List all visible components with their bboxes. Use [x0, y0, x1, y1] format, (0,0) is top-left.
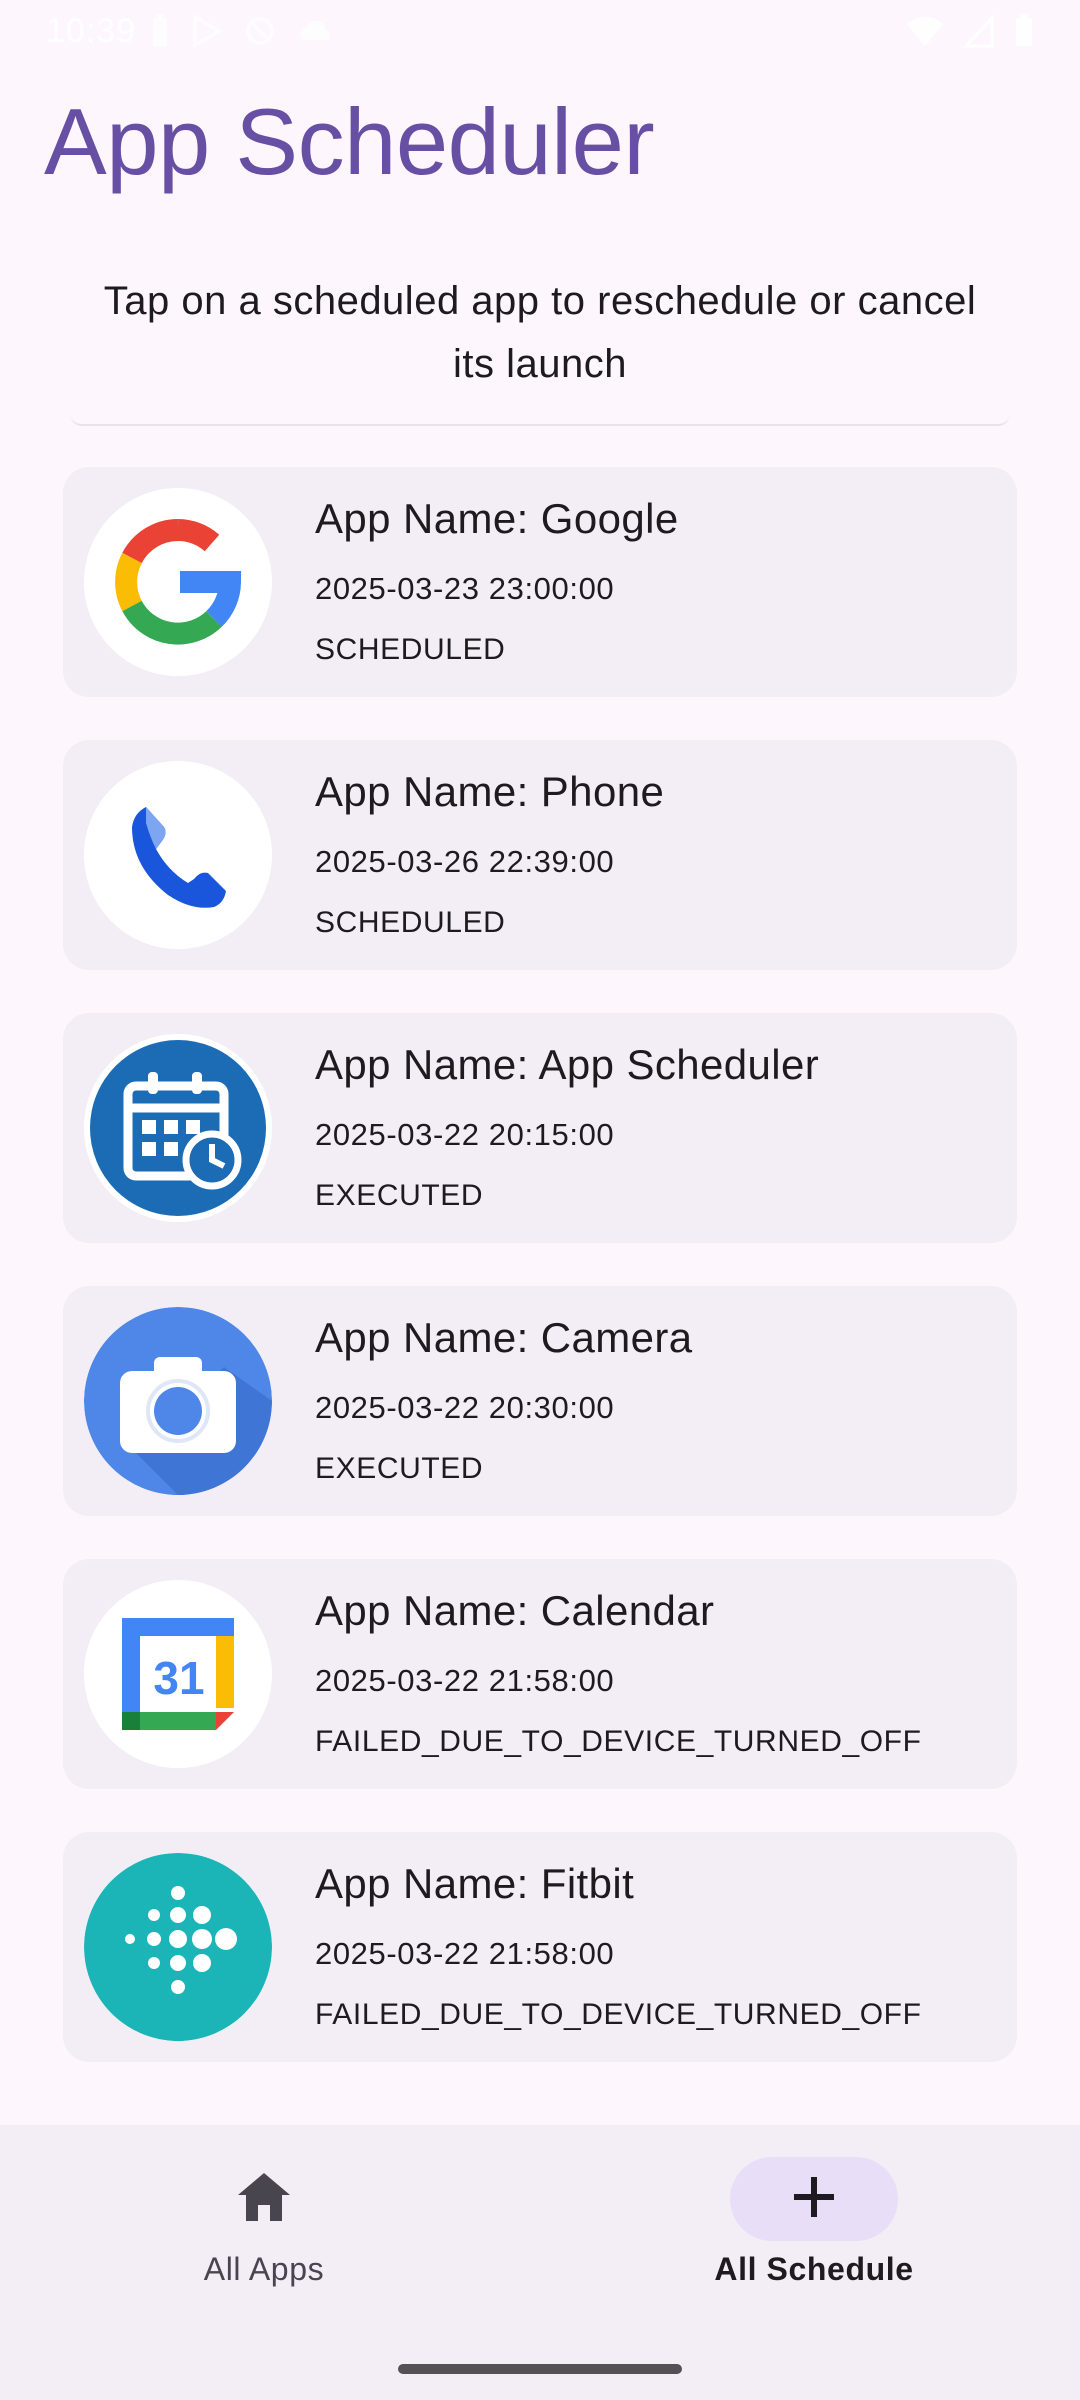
- schedule-status: FAILED_DUE_TO_DEVICE_TURNED_OFF: [315, 1998, 922, 2031]
- app-name: App Name: Camera: [315, 1314, 693, 1361]
- schedule-status: SCHEDULED: [315, 906, 506, 939]
- app-name: App Name: Phone: [315, 768, 665, 815]
- app-name: App Name: Fitbit: [315, 1860, 635, 1907]
- schedule-datetime: 2025-03-22 20:15:00: [315, 1117, 615, 1152]
- play-store-icon: [192, 14, 222, 57]
- calendar-icon: 31: [84, 1580, 272, 1768]
- camera-icon: [84, 1307, 272, 1495]
- schedule-status: EXECUTED: [315, 1452, 484, 1485]
- schedule-datetime: 2025-03-26 22:39:00: [315, 844, 615, 879]
- calendar-icon-day: 31: [153, 1652, 204, 1704]
- battery-saver-icon: [150, 14, 170, 57]
- fitbit-icon: [84, 1853, 272, 2041]
- nav-label-all-apps: All Apps: [203, 2251, 325, 2287]
- nav-label-all-schedule: All Schedule: [714, 2251, 914, 2287]
- app-name: App Name: App Scheduler: [315, 1041, 820, 1088]
- schedule-card-fitbit[interactable]: App Name: Fitbit 2025-03-22 21:58:00 FAI…: [63, 1832, 1017, 2062]
- gesture-home-bar[interactable]: [398, 2364, 682, 2374]
- instructions-text: Tap on a scheduled app to reschedule or …: [103, 279, 977, 386]
- schedule-card-google[interactable]: App Name: Google 2025-03-23 23:00:00 SCH…: [63, 467, 1017, 697]
- plus-icon: [792, 2175, 836, 2224]
- nav-item-all-apps[interactable]: All Apps: [114, 2157, 414, 2317]
- wifi-icon: [906, 14, 944, 57]
- schedule-status: EXECUTED: [315, 1179, 484, 1212]
- battery-icon: [1014, 14, 1034, 57]
- schedule-datetime: 2025-03-23 23:00:00: [315, 571, 615, 606]
- schedule-card-camera[interactable]: App Name: Camera 2025-03-22 20:30:00 EXE…: [63, 1286, 1017, 1516]
- schedule-datetime: 2025-03-22 21:58:00: [315, 1663, 615, 1698]
- schedule-status: FAILED_DUE_TO_DEVICE_TURNED_OFF: [315, 1725, 922, 1758]
- schedule-status: SCHEDULED: [315, 633, 506, 666]
- schedule-datetime: 2025-03-22 20:30:00: [315, 1390, 615, 1425]
- bottom-navigation: All Apps All Schedule: [0, 2125, 1080, 2400]
- app-scheduler-icon: [84, 1034, 272, 1222]
- do-not-disturb-icon: [244, 14, 276, 57]
- google-icon: [84, 488, 272, 676]
- list-top-divider: [70, 414, 1010, 426]
- schedule-card-phone[interactable]: App Name: Phone 2025-03-26 22:39:00 SCHE…: [63, 740, 1017, 970]
- app-name: App Name: Google: [315, 495, 679, 542]
- status-time: 10:39: [46, 12, 137, 50]
- schedule-card-app-scheduler[interactable]: App Name: App Scheduler 2025-03-22 20:15…: [63, 1013, 1017, 1243]
- schedule-card-calendar[interactable]: 31 App Name: Calendar 2025-03-22 21:58:0…: [63, 1559, 1017, 1789]
- phone-icon: [84, 761, 272, 949]
- nav-active-indicator: [730, 2157, 898, 2241]
- status-bar: 10:39: [0, 0, 1080, 64]
- home-icon: [236, 2171, 292, 2228]
- cloud-icon: [298, 14, 332, 57]
- app-name: App Name: Calendar: [315, 1587, 715, 1634]
- schedule-datetime: 2025-03-22 21:58:00: [315, 1936, 615, 1971]
- schedule-list[interactable]: App Name: Google 2025-03-23 23:00:00 SCH…: [63, 467, 1017, 2105]
- signal-icon: [962, 14, 994, 57]
- page-title: App Scheduler: [44, 89, 655, 194]
- nav-item-all-schedule[interactable]: All Schedule: [664, 2157, 964, 2317]
